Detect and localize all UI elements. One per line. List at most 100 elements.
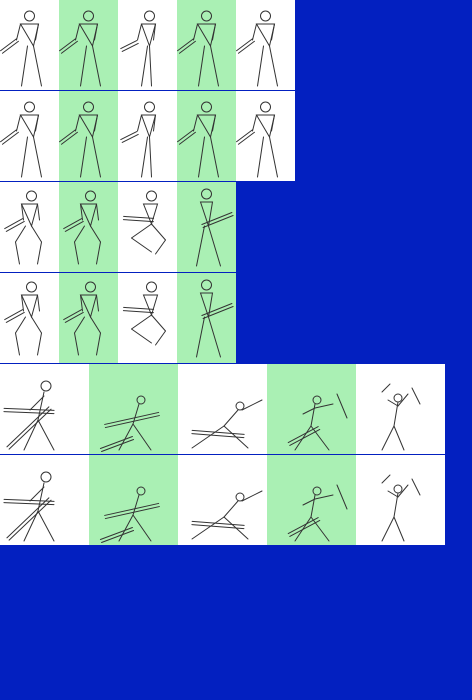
sword-edge [8,408,52,450]
sprite-frame [356,364,445,454]
sword-edge [120,40,138,50]
sword-edge [101,529,135,543]
figure-torso [255,23,276,48]
figure-arm [96,294,99,312]
stick-figure [4,281,42,356]
figure-leg [74,332,79,356]
figure-head [83,10,94,22]
figure-leg [191,516,225,540]
figure-leg [90,316,101,334]
figure-arm [137,23,142,41]
figure-torso [79,203,98,228]
sprite-frame [356,455,445,545]
figure-leg [37,332,42,356]
stick-figure [287,484,348,542]
figure-leg [149,136,152,178]
sword-edge [104,502,160,516]
figure-torso [20,294,39,319]
figure-head [26,190,37,202]
sword-edge [289,519,321,537]
figure-arm [16,114,21,132]
figure-head [260,10,271,22]
sprite-frame [59,182,118,272]
sword-edge [104,411,160,425]
sprite-frame [0,364,89,454]
figure-arm [35,23,39,41]
figure-arm [75,114,80,132]
stick-figure [3,471,55,542]
figure-arm [241,399,263,411]
sprite-frame [59,91,118,181]
figure-head [201,188,212,200]
stick-figure [287,393,348,451]
stick-figure [3,380,55,451]
sprite-row [0,364,445,454]
sprite-frame [0,455,89,545]
sword-edge [121,133,139,143]
figure-arm [137,114,142,132]
sword-edge [289,428,321,446]
sword-edge [121,42,139,52]
figure-arm [397,393,409,407]
figure-body [223,409,239,427]
sword-edge [99,436,133,450]
figure-leg [269,45,278,87]
figure-leg [151,223,166,241]
figure-leg [37,510,55,542]
figure-head [201,101,212,113]
sprite-row [0,182,236,272]
stick-figure [99,486,160,543]
figure-leg [155,239,166,255]
stick-figure [63,190,101,265]
figure-head [146,281,157,293]
sprite-frame [178,455,267,545]
figure-leg [74,241,79,265]
sprite-row [0,273,236,363]
figure-torso [19,23,40,48]
figure-torso [255,114,276,139]
figure-head [24,101,35,113]
figure-leg [257,136,264,178]
figure-leg [31,316,42,334]
figure-leg [80,45,87,87]
figure-head [83,101,94,113]
sword-trail [381,474,391,484]
sprite-frame [0,91,59,181]
sword-edge [8,499,52,541]
figure-leg [198,45,205,87]
figure-arm [314,494,334,500]
figure-leg [92,136,101,178]
figure-leg [31,225,42,243]
sword-trail [336,484,348,510]
sword-trail [411,478,421,496]
figure-leg [141,45,148,87]
figure-arm [271,23,275,41]
figure-torso [19,114,40,139]
figure-head [146,190,157,202]
figure-arm [193,114,198,132]
sprite-frame [0,0,59,90]
stick-figure [177,101,219,178]
stick-figure [196,279,234,358]
sprite-frame [118,0,177,90]
sprite-frame [177,273,236,363]
sword-edge [99,527,133,541]
sprite-frame [236,0,295,90]
figure-leg [131,237,152,253]
figure-arm [94,114,98,132]
figure-arm [37,203,40,221]
figure-leg [210,136,219,178]
sword-trail [411,387,421,405]
sword-trail [381,383,391,393]
figure-head [235,401,245,411]
figure-leg [210,45,219,87]
figure-leg [196,225,205,267]
figure-leg [80,136,87,178]
figure-torso [78,23,99,48]
figure-arm [387,490,399,498]
sword-edge [287,517,319,535]
sword-trail [336,393,348,419]
sprite-row [0,455,445,545]
figure-leg [15,316,26,334]
sword-edge [101,438,135,452]
